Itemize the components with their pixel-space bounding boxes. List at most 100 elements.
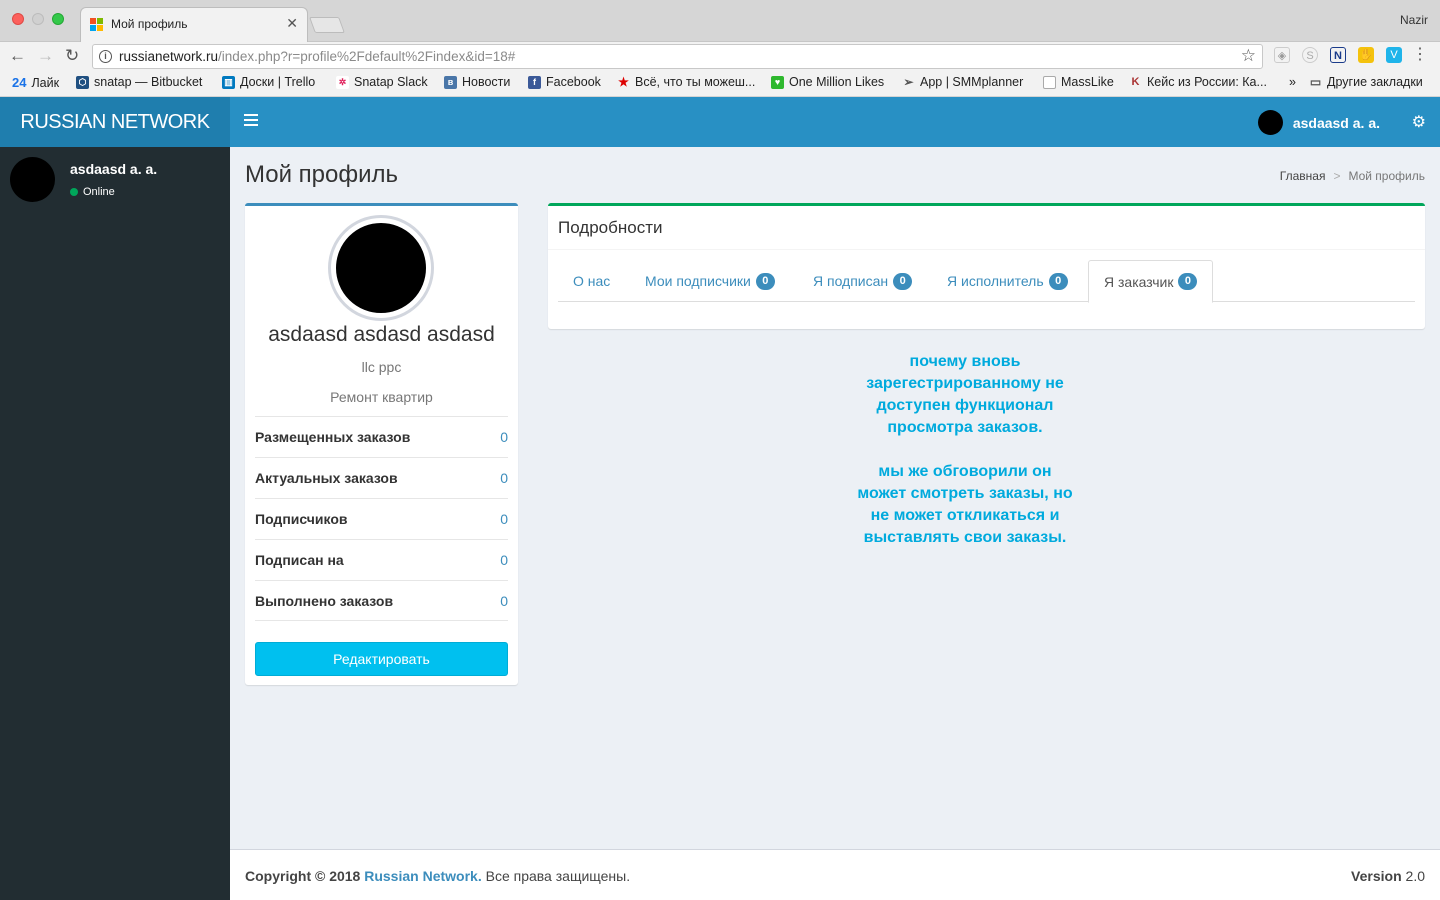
page-title: Мой профиль: [245, 161, 399, 188]
url-text[interactable]: russianetwork.ru/index.php?r=profile%2Fd…: [119, 49, 515, 64]
new-tab-button[interactable]: [309, 17, 345, 33]
browser-menu-icon[interactable]: ⋮: [1412, 47, 1428, 63]
heart-icon: ♥: [771, 75, 784, 89]
count-badge: 0: [893, 272, 913, 290]
bookmark-item[interactable]: ★ Всё, что ты можеш...: [617, 75, 755, 89]
close-tab-icon[interactable]: ✕: [286, 15, 298, 32]
bookmark-item[interactable]: ▥ Доски | Trello: [222, 75, 315, 89]
stat-active-orders: Актуальных заказов 0: [255, 457, 508, 498]
skype-extension-icon[interactable]: S: [1302, 47, 1318, 63]
info-icon[interactable]: i: [99, 50, 112, 63]
count-badge: 0: [1178, 273, 1198, 290]
bookmark-item[interactable]: MassLike: [1043, 75, 1114, 89]
divider: [548, 249, 1425, 250]
browser-profile-name[interactable]: Nazir: [1400, 13, 1428, 27]
other-bookmarks-folder[interactable]: ▭ Другие закладки: [1309, 75, 1423, 89]
page-icon: [1043, 75, 1056, 89]
v-extension-icon[interactable]: V: [1386, 47, 1402, 63]
stat-value[interactable]: 0: [500, 552, 508, 568]
bookmark-item[interactable]: ✲ Snatap Slack: [336, 75, 428, 89]
stat-value[interactable]: 0: [500, 511, 508, 527]
bitbucket-icon: ⬡: [76, 75, 89, 89]
stat-completed-orders: Выполнено заказов 0: [255, 580, 508, 621]
case-icon: K: [1131, 75, 1140, 88]
count-badge: 0: [1048, 272, 1068, 290]
tab-about[interactable]: О нас: [558, 260, 625, 302]
bookmark-star-icon[interactable]: ☆: [1241, 46, 1256, 66]
more-bookmarks-button[interactable]: »: [1289, 75, 1296, 89]
status-dot-icon: [70, 188, 78, 196]
stat-subscribed-to: Подписан на 0: [255, 539, 508, 580]
breadcrumb-current: Мой профиль: [1348, 169, 1425, 183]
address-bar[interactable]: i russianetwork.ru/index.php?r=profile%2…: [92, 44, 1263, 69]
footer-copyright: Copyright © 2018 Russian Network. Все пр…: [245, 868, 631, 884]
profile-company: llc ppc: [361, 359, 402, 375]
bookmark-item[interactable]: K Кейс из России: Ка...: [1129, 75, 1267, 89]
annotation-note: почему вновь зарегестрированному не дост…: [857, 353, 1073, 546]
site-logo[interactable]: RUSSIAN NETWORK: [0, 97, 230, 147]
sidebar: asdaasd a. a. Online: [0, 147, 230, 900]
close-window-button[interactable]: [12, 13, 24, 25]
vk-icon: в: [444, 75, 457, 89]
site-favicon-icon: [90, 18, 103, 31]
gears-icon[interactable]: ⚙: [1412, 112, 1426, 132]
footer: Copyright © 2018 Russian Network. Все пр…: [230, 849, 1440, 900]
breadcrumb-separator: >: [1333, 169, 1341, 183]
tab-title: Мой профиль: [111, 17, 188, 31]
shield-extension-icon[interactable]: ◈: [1274, 47, 1290, 63]
profile-specialty: Ремонт квартир: [330, 389, 433, 405]
tab-executor[interactable]: Я исполнитель 0: [932, 260, 1083, 302]
bookmarks-bar: 24 Лайк ⬡ snatap — Bitbucket ▥ Доски | Trel…: [0, 71, 1440, 97]
app-header: RUSSIAN NETWORK asdaasd a. a. ⚙: [0, 97, 1440, 147]
tab-my-subscribers[interactable]: Мои подписчики 0: [630, 260, 790, 302]
tab-customer[interactable]: Я заказчик 0: [1088, 260, 1214, 303]
stat-placed-orders: Размещенных заказов 0: [255, 416, 508, 457]
facebook-icon: f: [528, 75, 541, 89]
avatar: [1257, 110, 1283, 135]
sidebar-user-name: asdaasd a. a.: [70, 161, 158, 177]
bookmark-item[interactable]: ➢ App | SMMplanner: [902, 75, 1023, 89]
back-arrow-icon[interactable]: ←: [9, 46, 26, 66]
stat-value[interactable]: 0: [500, 429, 508, 445]
breadcrumb-home-link[interactable]: Главная: [1280, 169, 1326, 183]
profile-avatar: [331, 218, 431, 318]
tab-subscribed[interactable]: Я подписан 0: [798, 260, 927, 302]
browser-tab[interactable]: Мой профиль ✕: [80, 7, 308, 42]
breadcrumb: Главная > Мой профиль: [1280, 169, 1425, 183]
profile-box: asdaasd asdasd asdasd llc ppc Ремонт ква…: [245, 203, 518, 685]
footer-version: Version 2.0: [1351, 868, 1425, 884]
user-menu[interactable]: asdaasd a. a.: [1257, 110, 1380, 135]
bookmark-item[interactable]: ♥ One Million Likes: [771, 75, 884, 89]
vk24-icon: 24: [12, 75, 27, 90]
sidebar-toggle-icon[interactable]: [244, 114, 258, 126]
online-status: Online: [70, 186, 115, 198]
edit-profile-button[interactable]: Редактировать: [255, 642, 508, 676]
trello-icon: ▥: [222, 75, 235, 89]
footer-company-link[interactable]: Russian Network.: [364, 868, 481, 884]
folder-icon: ▭: [1309, 74, 1322, 89]
profile-stats-list: Размещенных заказов 0 Актуальных заказов 0…: [255, 416, 508, 621]
stat-value[interactable]: 0: [500, 470, 508, 486]
browser-toolbar: ← → ↻ i russianetwork.ru/index.php?r=pro…: [0, 42, 1440, 71]
bookmark-item[interactable]: f Facebook: [528, 75, 601, 89]
paper-plane-icon: ➢: [903, 74, 914, 89]
bookmark-item[interactable]: 24 Лайк: [12, 75, 59, 90]
minimize-window-button[interactable]: [32, 13, 44, 25]
maximize-window-button[interactable]: [52, 13, 64, 25]
bookmark-item[interactable]: в Новости: [444, 75, 510, 89]
slack-icon: ✲: [336, 75, 349, 89]
forward-arrow-icon[interactable]: →: [37, 46, 54, 66]
stat-value[interactable]: 0: [500, 593, 508, 609]
star-bookmark-icon: ★: [618, 74, 629, 89]
hand-extension-icon[interactable]: ✋: [1358, 47, 1374, 63]
stat-subscribers: Подписчиков 0: [255, 498, 508, 539]
details-title: Подробности: [558, 218, 663, 237]
n-extension-icon[interactable]: N: [1330, 47, 1346, 63]
sidebar-avatar: [10, 157, 55, 202]
profile-full-name: asdaasd asdasd asdasd: [268, 323, 495, 346]
count-badge: 0: [755, 272, 775, 290]
header-user-name: asdaasd a. a.: [1292, 114, 1380, 131]
bookmark-item[interactable]: ⬡ snatap — Bitbucket: [76, 75, 202, 89]
details-tabs: О нас Мои подписчики 0 Я подписан 0 Я испо…: [558, 260, 1415, 303]
reload-icon[interactable]: ↻: [65, 46, 79, 66]
